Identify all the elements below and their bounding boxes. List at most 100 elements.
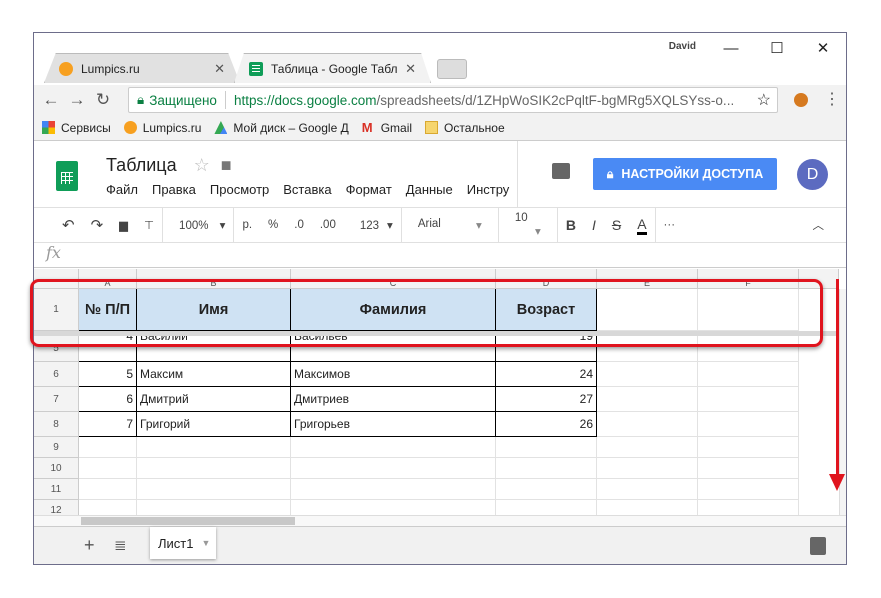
bookmark-gmail[interactable]: M Gmail [362,121,412,135]
cell[interactable] [496,437,597,458]
horizontal-scrollbar[interactable] [34,515,846,526]
title-text[interactable]: Таблица [106,155,177,175]
menu-edit[interactable]: Правка [152,182,196,197]
font-select[interactable]: Arial ▾ [410,218,490,232]
close-tab-icon[interactable]: ✕ [405,61,416,77]
cell[interactable] [698,362,799,387]
collapse-chevron-icon[interactable]: ︿ [813,217,825,233]
cell[interactable] [291,479,496,500]
extension-icon[interactable] [794,93,808,107]
percent-button[interactable]: % [268,219,278,231]
comments-icon[interactable] [552,163,570,179]
table-cell[interactable]: Дмитрий [137,387,291,412]
paint-format-icon[interactable]: ⊤ [144,218,154,232]
bookmark-lumpics[interactable]: Lumpics.ru [123,121,201,135]
cell[interactable] [79,479,137,500]
tab-spreadsheet[interactable]: Таблица - Google Табл ✕ [234,53,431,83]
scrollbar-thumb[interactable] [81,517,295,525]
table-cell[interactable]: 7 [79,412,137,437]
folder-icon[interactable]: ■ [221,155,232,175]
close-icon[interactable]: ✕ [800,39,846,57]
avatar[interactable]: D [797,159,828,190]
maximize-icon[interactable]: ☐ [754,39,800,57]
table-cell[interactable]: Максимов [291,362,496,387]
zoom-select[interactable]: 100% ▾ [171,218,225,232]
menu-insert[interactable]: Вставка [283,182,331,197]
menu-file[interactable]: Файл [106,182,138,197]
cell[interactable] [137,437,291,458]
font-size-select[interactable]: 10 ▾ [507,212,549,238]
number-format-select[interactable]: 123 ▾ [352,218,393,232]
row-header[interactable]: 8 [34,412,79,437]
close-tab-icon[interactable]: ✕ [214,61,225,77]
table-cell[interactable]: Максим [137,362,291,387]
more-button[interactable]: ··· [664,219,676,231]
table-cell[interactable]: Григорий [137,412,291,437]
all-sheets-icon[interactable]: ≣ [114,536,127,554]
bold-button[interactable]: B [566,217,576,233]
cell[interactable] [291,458,496,479]
forward-icon[interactable]: → [64,90,90,110]
cell[interactable] [597,458,698,479]
table-cell[interactable]: 24 [496,362,597,387]
cell[interactable] [597,387,698,412]
cell[interactable] [496,479,597,500]
cell[interactable] [698,412,799,437]
strikethrough-button[interactable]: S [612,217,621,233]
back-icon[interactable]: ← [38,90,64,110]
table-cell[interactable]: 26 [496,412,597,437]
bookmark-drive[interactable]: Мой диск – Google Д [214,121,349,135]
row-header[interactable]: 7 [34,387,79,412]
cell[interactable] [291,437,496,458]
menu-view[interactable]: Просмотр [210,182,269,197]
bookmark-star-icon[interactable]: ☆ [757,90,771,110]
menu-dots-icon[interactable]: ⋮ [824,89,840,109]
italic-button[interactable]: I [592,217,596,233]
text-color-button[interactable]: A [637,216,647,235]
decrease-decimal-button[interactable]: .0 [294,219,304,231]
cell[interactable] [597,362,698,387]
add-sheet-icon[interactable]: + [84,535,95,556]
cell[interactable] [597,412,698,437]
table-cell[interactable]: 5 [79,362,137,387]
minimize-icon[interactable]: — [708,40,754,57]
bookmark-apps[interactable]: Сервисы [42,121,111,135]
redo-icon[interactable]: ↷ [91,216,104,234]
table-cell[interactable]: 27 [496,387,597,412]
new-tab-button[interactable] [437,59,467,79]
address-bar[interactable]: 🔒︎ Защищено https://docs.google.com /spr… [128,87,778,113]
increase-decimal-button[interactable]: .00 [320,219,336,231]
row-header[interactable]: 9 [34,437,79,458]
table-cell[interactable]: 6 [79,387,137,412]
bookmark-other[interactable]: Остальное [425,121,505,135]
tab-lumpics[interactable]: Lumpics.ru ✕ [44,53,240,83]
sheets-logo-icon[interactable] [56,161,78,191]
formula-bar[interactable]: fx [34,243,846,268]
explore-icon[interactable] [810,537,826,555]
sheet-tab[interactable]: Лист1 ▼ [150,527,216,559]
star-icon[interactable]: ☆ [194,155,210,175]
menu-format[interactable]: Формат [346,182,392,197]
cell[interactable] [698,479,799,500]
row-header[interactable]: 10 [34,458,79,479]
cell[interactable] [79,458,137,479]
menu-tools[interactable]: Инстру [467,182,510,197]
document-title[interactable]: Таблица ☆ ■ [106,155,232,176]
menu-data[interactable]: Данные [406,182,453,197]
profile-name[interactable]: David [669,41,696,52]
row-header[interactable]: 6 [34,362,79,387]
cell[interactable] [597,437,698,458]
chevron-down-icon[interactable]: ▼ [201,538,210,548]
print-icon[interactable]: ▆ [119,218,128,232]
table-cell[interactable]: Григорьев [291,412,496,437]
undo-icon[interactable]: ↶ [62,216,75,234]
cell[interactable] [698,458,799,479]
cell[interactable] [137,458,291,479]
currency-button[interactable]: р. [242,219,252,231]
cell[interactable] [79,437,137,458]
cell[interactable] [698,387,799,412]
row-header[interactable]: 11 [34,479,79,500]
share-button[interactable]: 🔒︎ НАСТРОЙКИ ДОСТУПА [593,158,777,190]
cell[interactable] [597,479,698,500]
reload-icon[interactable]: ↻ [90,90,116,110]
